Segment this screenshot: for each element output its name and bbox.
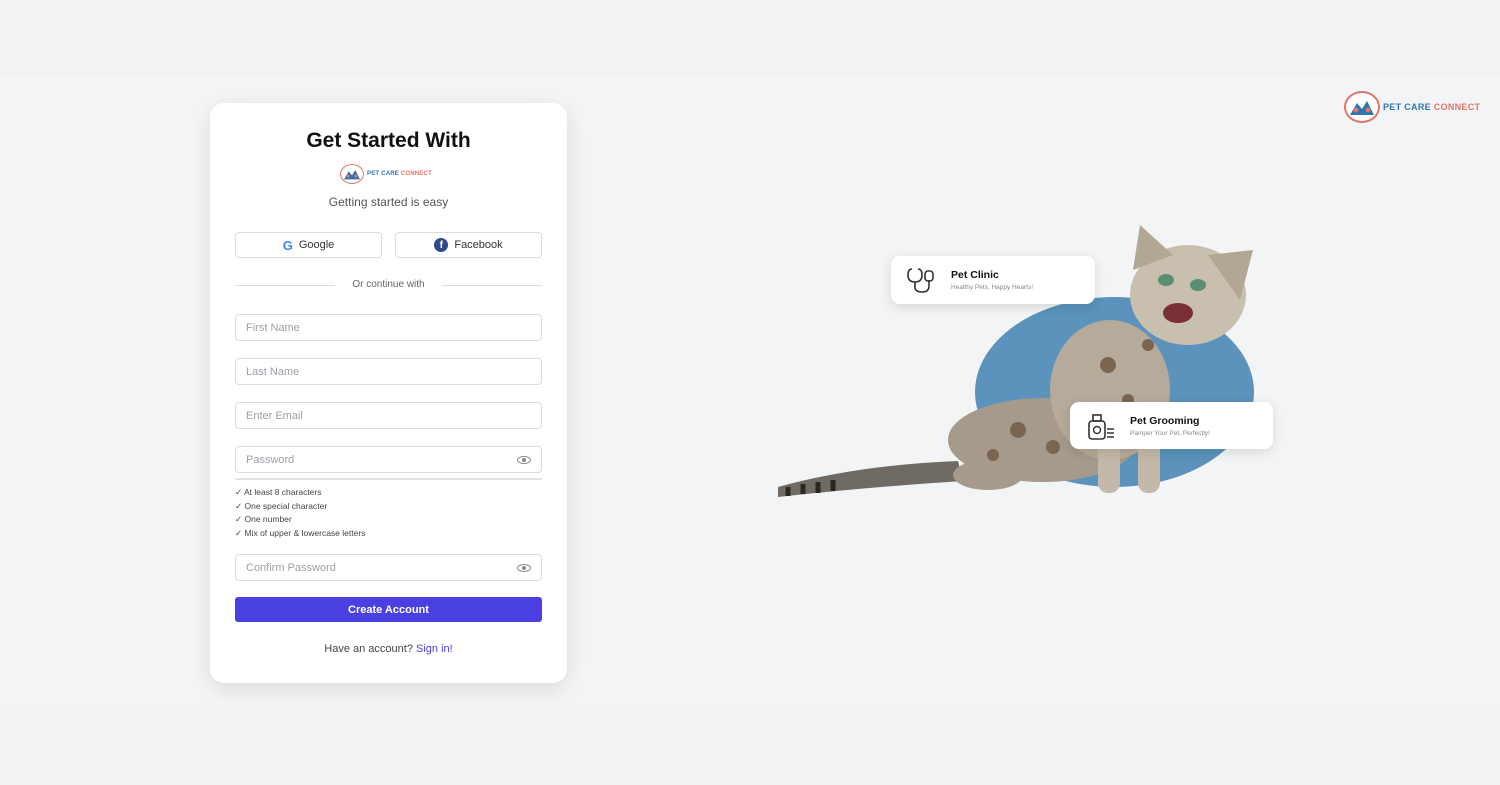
- confirm-password-field: [235, 554, 542, 581]
- card-logo: PET CARE CONNECT: [340, 163, 440, 185]
- show-confirm-password-eye-icon[interactable]: [517, 564, 531, 572]
- first-name-input[interactable]: [236, 315, 541, 340]
- pet-grooming-subtitle: Pamper Your Pet, Perfectly!: [1130, 429, 1210, 437]
- card-subtitle: Getting started is easy: [328, 195, 449, 209]
- pet-grooming-badge[interactable]: Pet Grooming Pamper Your Pet, Perfectly!: [1070, 402, 1273, 449]
- google-label: Google: [298, 239, 335, 251]
- pet-clinic-badge[interactable]: Pet Clinic Healthy Pets, Happy Hearts!: [891, 256, 1095, 304]
- logo-word-connect: CONNECT: [1433, 102, 1481, 112]
- pet-clinic-title: Pet Clinic: [951, 269, 999, 281]
- password-strength-bar: [235, 478, 542, 480]
- last-name-input[interactable]: [236, 359, 541, 384]
- email-input[interactable]: [236, 403, 541, 428]
- password-rules-list: ✓ At least 8 characters ✓ One special ch…: [235, 486, 365, 540]
- logo-word-pet: PET: [1383, 102, 1402, 112]
- logo-emblem-icon: [1344, 91, 1380, 123]
- card-logo-word-pet: PET: [367, 171, 380, 177]
- password-field: [235, 446, 542, 473]
- signin-prompt: Have an account?: [324, 643, 413, 655]
- google-icon: G: [282, 237, 293, 253]
- password-rule: ✓ At least 8 characters: [235, 487, 322, 497]
- hero-illustration: Pet Clinic Healthy Pets, Happy Hearts! P…: [778, 225, 1278, 500]
- email-field: [235, 402, 542, 429]
- signin-link[interactable]: Sign in!: [416, 643, 453, 655]
- pet-grooming-title: Pet Grooming: [1130, 414, 1200, 427]
- password-rule: ✓ Mix of upper & lowercase letters: [235, 527, 366, 538]
- logo-text: PET CARE CONNECT: [1383, 102, 1480, 112]
- show-password-eye-icon[interactable]: [517, 456, 531, 464]
- signin-row: Have an account? Sign in!: [210, 643, 567, 655]
- facebook-signup-button[interactable]: f Facebook: [395, 232, 542, 258]
- card-logo-word-care: CARE: [381, 171, 399, 177]
- first-name-field: [235, 314, 542, 341]
- facebook-icon: f: [434, 238, 449, 252]
- signup-card: Get Started With PET CARE CONNECT Gettin…: [210, 103, 567, 683]
- google-signup-button[interactable]: G Google: [235, 232, 382, 258]
- pet-clinic-subtitle: Healthy Pets, Happy Hearts!: [951, 284, 1034, 291]
- divider-text: Or continue with: [352, 279, 425, 290]
- confirm-password-input[interactable]: [236, 555, 541, 580]
- grooming-icon: [1084, 411, 1118, 441]
- stethoscope-icon: [905, 265, 939, 295]
- card-title: Get Started With: [306, 129, 471, 152]
- password-rule: ✓ One number: [235, 514, 292, 524]
- card-logo-word-connect: CONNECT: [400, 171, 432, 177]
- facebook-label: Facebook: [454, 239, 503, 251]
- top-band: [0, 0, 1500, 75]
- divider-right: [442, 285, 542, 286]
- password-input[interactable]: [236, 447, 541, 472]
- pet-grooming-text: Pet Grooming Pamper Your Pet, Perfectly!: [1130, 415, 1210, 437]
- divider-left: [235, 285, 335, 286]
- create-account-button[interactable]: Create Account: [235, 597, 542, 622]
- logo-word-care: CARE: [1404, 102, 1431, 112]
- pet-clinic-text: Pet Clinic Healthy Pets, Happy Hearts!: [951, 269, 1033, 291]
- last-name-field: [235, 358, 542, 385]
- card-logo-text: PET CARE CONNECT: [367, 171, 432, 177]
- card-logo-emblem-icon: [340, 164, 364, 184]
- password-rule: ✓ One special character: [235, 500, 328, 511]
- header-logo[interactable]: PET CARE CONNECT: [1344, 91, 1480, 123]
- bottom-band: [0, 710, 1500, 785]
